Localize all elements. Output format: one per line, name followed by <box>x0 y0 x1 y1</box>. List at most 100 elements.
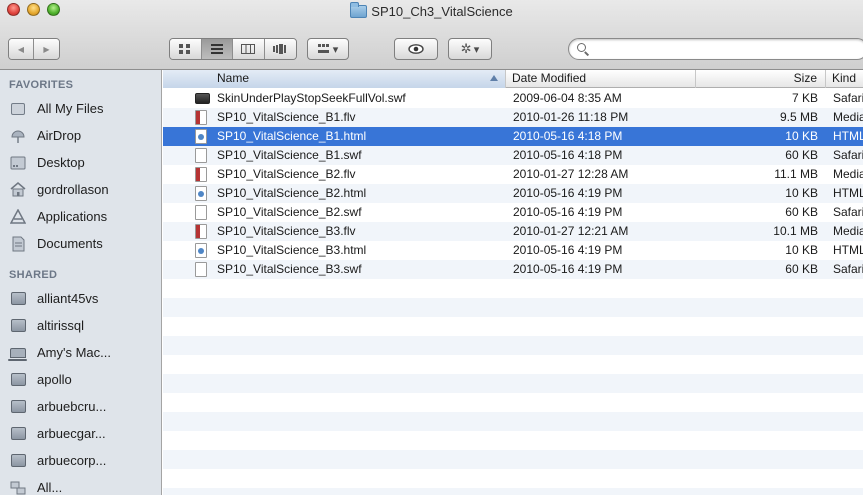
sidebar-item-arbuebcru[interactable]: arbuebcru... <box>0 393 161 420</box>
arrange-button[interactable]: ▾ <box>307 38 349 60</box>
column-header-size[interactable]: Size <box>696 70 826 88</box>
file-kind: Safari <box>833 148 863 162</box>
file-date: 2009-06-04 8:35 AM <box>513 91 622 105</box>
file-row[interactable]: SkinUnderPlayStopSeekFullVol.swf 2009-06… <box>163 89 863 108</box>
home-icon <box>10 182 26 198</box>
column-header-name[interactable]: Name <box>163 70 506 88</box>
file-row[interactable]: SP10_VitalScience_B3.html 2010-05-16 4:1… <box>163 241 863 260</box>
sidebar-item-label: All... <box>37 480 63 495</box>
monitor-icon <box>10 318 26 334</box>
file-kind: HTML <box>833 186 863 200</box>
file-size: 9.5 MB <box>779 110 818 124</box>
title-toolbar: SP10_Ch3_VitalScience ◀ ▶ ▾ ✲ ▾ <box>0 0 863 70</box>
sidebar-item-all[interactable]: All... <box>0 474 161 495</box>
file-row[interactable]: SP10_VitalScience_B1.flv 2010-01-26 11:1… <box>163 108 863 127</box>
file-date: 2010-05-16 4:19 PM <box>513 205 623 219</box>
file-date: 2010-05-16 4:19 PM <box>513 243 623 257</box>
file-row[interactable]: SP10_VitalScience_B3.flv 2010-01-27 12:2… <box>163 222 863 241</box>
sidebar-item-label: AirDrop <box>37 128 82 143</box>
monitor-icon <box>10 291 26 307</box>
file-row[interactable]: SP10_VitalScience_B3.swf 2010-05-16 4:19… <box>163 260 863 279</box>
quick-look-button[interactable] <box>394 38 438 60</box>
sidebar-item-label: arbuecgar... <box>37 426 106 441</box>
file-name: SP10_VitalScience_B2.swf <box>217 205 362 219</box>
back-button[interactable]: ◀ <box>9 39 35 59</box>
file-row-selected[interactable]: SP10_VitalScience_B1.html 2010-05-16 4:1… <box>163 127 863 146</box>
sidebar-item-apollo[interactable]: apollo <box>0 366 161 393</box>
file-date: 2010-01-26 11:18 PM <box>513 110 629 124</box>
sidebar-item-home[interactable]: gordrollason <box>0 176 161 203</box>
file-row[interactable]: SP10_VitalScience_B2.html 2010-05-16 4:1… <box>163 184 863 203</box>
desktop-icon <box>10 155 26 171</box>
sort-ascending-icon <box>490 75 498 81</box>
sidebar-item-alliant45vs[interactable]: alliant45vs <box>0 285 161 312</box>
laptop-icon <box>8 345 27 361</box>
column-header-kind-label: Kind <box>832 71 857 85</box>
file-name: SP10_VitalScience_B2.html <box>217 186 367 200</box>
forward-button[interactable]: ▶ <box>34 39 59 59</box>
sidebar-item-documents[interactable]: Documents <box>0 230 161 257</box>
column-header-size-label: Size <box>793 71 817 85</box>
airdrop-icon <box>10 128 26 144</box>
sidebar-item-airdrop[interactable]: AirDrop <box>0 122 161 149</box>
monitor-icon <box>10 399 26 415</box>
sidebar-item-label: gordrollason <box>37 182 109 197</box>
back-arrow-icon: ◀ <box>17 44 25 54</box>
column-header-kind[interactable]: Kind <box>826 70 863 88</box>
favorites-header: FAVORITES <box>9 79 74 91</box>
sidebar-item-amys-mac[interactable]: Amy's Mac... <box>0 339 161 366</box>
action-button[interactable]: ✲ ▾ <box>448 38 492 60</box>
file-size: 60 KB <box>785 205 818 219</box>
sidebar-item-applications[interactable]: Applications <box>0 203 161 230</box>
sidebar-item-altirissql[interactable]: altirissql <box>0 312 161 339</box>
file-size: 11.1 MB <box>774 167 818 181</box>
finder-window: SP10_Ch3_VitalScience ◀ ▶ ▾ ✲ ▾ FAVORITE… <box>0 0 863 495</box>
flv-file-icon <box>195 167 208 182</box>
coverflow-view-icon <box>273 44 287 54</box>
sidebar-item-arbuecorp[interactable]: arbuecorp... <box>0 447 161 474</box>
nav-buttons: ◀ ▶ <box>8 38 60 60</box>
icon-view-icon <box>179 44 191 54</box>
sidebar-item-label: Documents <box>37 236 103 251</box>
list-view-button[interactable] <box>201 39 233 59</box>
file-kind: Safari <box>833 262 863 276</box>
column-view-icon <box>241 44 256 54</box>
monitor-icon <box>10 426 26 442</box>
eye-icon <box>408 44 424 54</box>
file-size: 60 KB <box>785 148 818 162</box>
file-size: 10 KB <box>785 129 818 143</box>
sidebar-item-label: arbuebcru... <box>37 399 107 414</box>
file-name: SP10_VitalScience_B3.swf <box>217 262 362 276</box>
sidebar-item-desktop[interactable]: Desktop <box>0 149 161 176</box>
sidebar-item-label: Amy's Mac... <box>37 345 111 360</box>
file-date: 2010-01-27 12:21 AM <box>513 224 629 238</box>
file-kind: Safari <box>833 205 863 219</box>
gear-icon: ✲ <box>460 41 472 56</box>
file-list: Name Date Modified Size Kind SkinUnderPl… <box>163 70 863 495</box>
file-name: SkinUnderPlayStopSeekFullVol.swf <box>217 91 406 105</box>
column-header-name-label: Name <box>217 71 250 85</box>
column-view-button[interactable] <box>233 39 265 59</box>
search-field[interactable] <box>568 38 863 60</box>
file-row[interactable]: SP10_VitalScience_B2.swf 2010-05-16 4:19… <box>163 203 863 222</box>
file-name: SP10_VitalScience_B1.flv <box>217 110 356 124</box>
sidebar-item-arbuecgar[interactable]: arbuecgar... <box>0 420 161 447</box>
file-row[interactable]: SP10_VitalScience_B2.flv 2010-01-27 12:2… <box>163 165 863 184</box>
arrange-icon <box>317 44 329 53</box>
sidebar-item-label: Desktop <box>37 155 85 170</box>
sidebar-item-label: alliant45vs <box>37 291 99 306</box>
chevron-down-icon: ▾ <box>473 43 480 56</box>
sidebar-item-label: altirissql <box>37 318 84 333</box>
file-row[interactable]: SP10_VitalScience_B1.swf 2010-05-16 4:18… <box>163 146 863 165</box>
icon-view-button[interactable] <box>170 39 202 59</box>
html-file-icon <box>195 186 208 201</box>
file-name: SP10_VitalScience_B1.swf <box>217 148 362 162</box>
sidebar: FAVORITES All My Files AirDrop Desktop g… <box>0 70 162 495</box>
all-files-icon <box>10 101 26 117</box>
chevron-down-icon: ▾ <box>332 43 339 56</box>
column-header-date[interactable]: Date Modified <box>506 70 696 88</box>
column-header-date-label: Date Modified <box>512 71 587 85</box>
file-name: SP10_VitalScience_B1.html <box>217 129 367 143</box>
coverflow-view-button[interactable] <box>264 39 296 59</box>
sidebar-item-all-my-files[interactable]: All My Files <box>0 95 161 122</box>
